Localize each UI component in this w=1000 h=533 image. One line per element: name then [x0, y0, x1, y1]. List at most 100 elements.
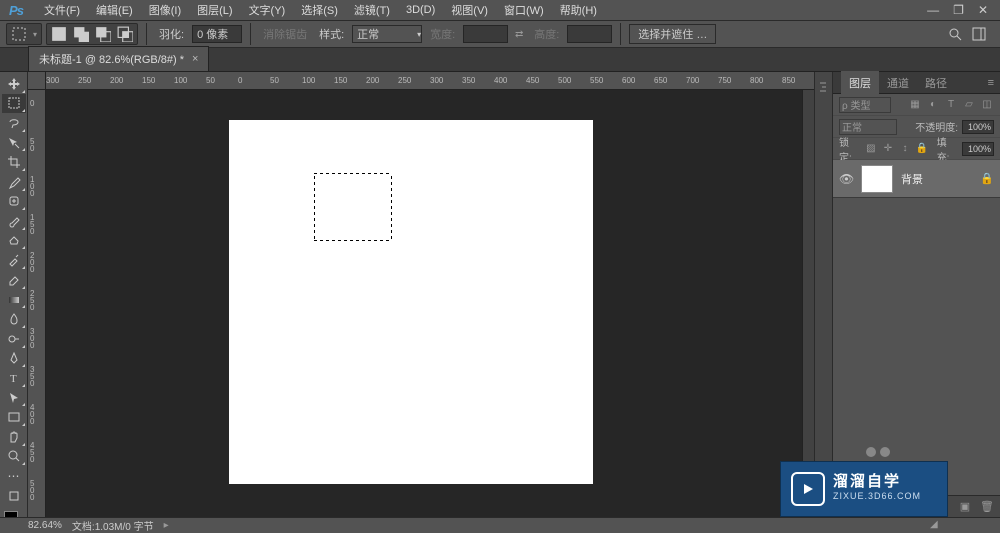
menu-3d[interactable]: 3D(D)	[398, 2, 443, 18]
window-minimize-icon[interactable]: —	[927, 3, 939, 17]
eraser-tool[interactable]	[2, 270, 26, 290]
refine-edge-button[interactable]: 选择并遮住 …	[629, 24, 716, 44]
fill-input[interactable]	[962, 142, 994, 156]
status-bar: 82.64% 文档:1.03M/0 字节 ▸ ◢	[0, 517, 1000, 533]
filter-image-icon[interactable]: ▦	[908, 98, 922, 112]
marquee-selection[interactable]	[314, 173, 392, 241]
canvas-area: 3002502001501005005010015020025030035040…	[28, 72, 814, 533]
menu-type[interactable]: 文字(Y)	[241, 0, 294, 20]
workspace-icon[interactable]	[972, 27, 986, 41]
lock-pixels-icon[interactable]: ▨	[864, 142, 877, 156]
divider	[146, 23, 147, 45]
watermark: 溜溜自学 ZIXUE.3D66.COM	[780, 461, 948, 517]
menu-view[interactable]: 视图(V)	[443, 0, 496, 20]
ruler-corner	[28, 72, 46, 90]
intersect-selection-icon[interactable]	[117, 26, 133, 42]
lasso-tool[interactable]	[2, 113, 26, 133]
delete-layer-icon[interactable]: 🗑	[980, 500, 994, 513]
pen-tool[interactable]	[2, 349, 26, 369]
height-label: 高度:	[530, 26, 563, 42]
menu-help[interactable]: 帮助(H)	[552, 0, 605, 20]
opacity-label: 不透明度:	[915, 119, 958, 134]
divider	[620, 23, 621, 45]
add-selection-icon[interactable]	[73, 26, 89, 42]
path-selection-tool[interactable]	[2, 388, 26, 408]
style-select[interactable]: 正常▾	[352, 25, 422, 43]
menu-window[interactable]: 窗口(W)	[496, 0, 552, 20]
lock-label: 锁定:	[839, 134, 860, 164]
quick-selection-tool[interactable]	[2, 133, 26, 153]
gradient-tool[interactable]	[2, 290, 26, 310]
doc-info[interactable]: 文档:1.03M/0 字节	[72, 518, 154, 533]
hand-tool[interactable]	[2, 427, 26, 447]
width-input	[463, 25, 508, 43]
brush-tool[interactable]	[2, 211, 26, 231]
type-tool[interactable]: T	[2, 368, 26, 388]
panel-menu-icon[interactable]: ≡	[982, 77, 1000, 89]
tab-paths[interactable]: 路径	[917, 71, 955, 95]
eyedropper-tool[interactable]	[2, 172, 26, 192]
filter-type-icon[interactable]: T	[944, 98, 958, 112]
layer-thumbnail[interactable]	[861, 165, 893, 193]
window-close-icon[interactable]: ✕	[978, 3, 988, 17]
zoom-level[interactable]: 82.64%	[28, 520, 62, 531]
menu-edit[interactable]: 编辑(E)	[88, 0, 141, 20]
toolbar-more[interactable]: ⋯	[2, 466, 26, 486]
ruler-horizontal[interactable]: 3002502001501005005010015020025030035040…	[46, 72, 814, 90]
vertical-scrollbar[interactable]	[802, 90, 814, 521]
blur-tool[interactable]	[2, 309, 26, 329]
subtract-selection-icon[interactable]	[95, 26, 111, 42]
tool-preset[interactable]: ▾	[6, 23, 42, 45]
visibility-toggle-icon[interactable]: 👁	[839, 172, 853, 186]
lock-all-icon[interactable]: 🔒	[916, 142, 929, 156]
edit-toolbar-icon[interactable]	[2, 486, 26, 506]
document-canvas[interactable]	[229, 120, 593, 484]
search-icon[interactable]	[948, 27, 962, 41]
window-restore-icon[interactable]: ❐	[953, 3, 964, 17]
filter-smart-icon[interactable]: ◫	[980, 98, 994, 112]
healing-brush-tool[interactable]	[2, 192, 26, 212]
history-brush-tool[interactable]	[2, 250, 26, 270]
height-input	[567, 25, 612, 43]
dodge-tool[interactable]	[2, 329, 26, 349]
menu-file[interactable]: 文件(F)	[36, 0, 88, 20]
new-selection-icon[interactable]	[51, 26, 67, 42]
menu-filter[interactable]: 滤镜(T)	[346, 0, 398, 20]
clone-stamp-tool[interactable]	[2, 231, 26, 251]
resize-grip-icon[interactable]: ◢	[930, 519, 960, 533]
layer-filter-select[interactable]: ρ 类型	[839, 97, 891, 113]
blend-mode-select[interactable]: 正常	[839, 119, 897, 135]
left-toolbar: T ⋯	[0, 72, 28, 533]
layer-name-label[interactable]: 背景	[901, 171, 972, 187]
feather-input[interactable]	[192, 25, 242, 43]
rectangle-shape-tool[interactable]	[2, 407, 26, 427]
lock-icon[interactable]: 🔒	[980, 172, 994, 185]
crop-tool[interactable]	[2, 152, 26, 172]
opacity-input[interactable]	[962, 120, 994, 134]
menu-select[interactable]: 选择(S)	[293, 0, 346, 20]
filter-shape-icon[interactable]: ▱	[962, 98, 976, 112]
chevron-down-icon: ▾	[33, 30, 37, 39]
lock-artboard-icon[interactable]: ↕	[899, 142, 912, 156]
dock-icon[interactable]	[816, 80, 832, 96]
status-menu-icon[interactable]: ▸	[164, 520, 169, 531]
document-tab[interactable]: 未标题-1 @ 82.6%(RGB/8#) * ×	[28, 46, 209, 71]
menu-image[interactable]: 图像(I)	[141, 0, 189, 20]
app-logo: Ps	[6, 0, 26, 20]
ruler-vertical[interactable]: 05 01 0 01 5 02 0 02 5 03 0 03 5 04 0 04…	[28, 90, 46, 521]
marquee-tool[interactable]	[2, 94, 26, 114]
move-tool[interactable]	[2, 74, 26, 94]
layer-row[interactable]: 👁 背景 🔒	[833, 160, 1000, 198]
close-icon[interactable]: ×	[192, 53, 198, 65]
menu-layer[interactable]: 图层(L)	[189, 0, 240, 20]
filter-adjust-icon[interactable]: ◐	[926, 98, 940, 112]
swap-wh-icon: ⇄	[512, 27, 526, 41]
tab-channels[interactable]: 通道	[879, 71, 917, 95]
watermark-logo-icon	[791, 472, 825, 506]
marquee-icon	[11, 26, 27, 42]
tab-layers[interactable]: 图层	[841, 71, 879, 95]
style-label: 样式:	[315, 26, 348, 42]
new-layer-icon[interactable]: ▣	[958, 500, 972, 513]
lock-position-icon[interactable]: ✛	[881, 142, 894, 156]
zoom-tool[interactable]	[2, 447, 26, 467]
